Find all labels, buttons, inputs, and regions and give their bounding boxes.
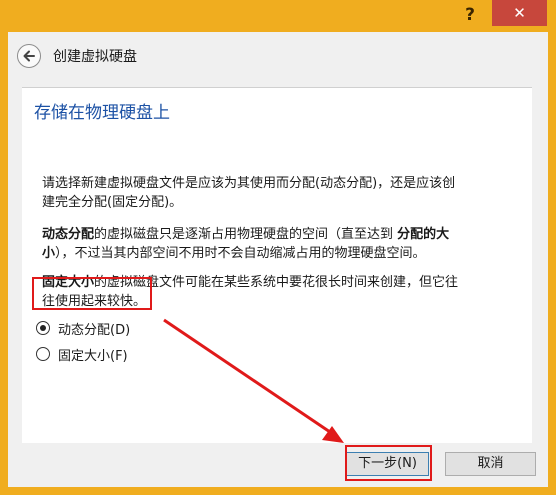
annotation-arrow	[163, 318, 344, 443]
